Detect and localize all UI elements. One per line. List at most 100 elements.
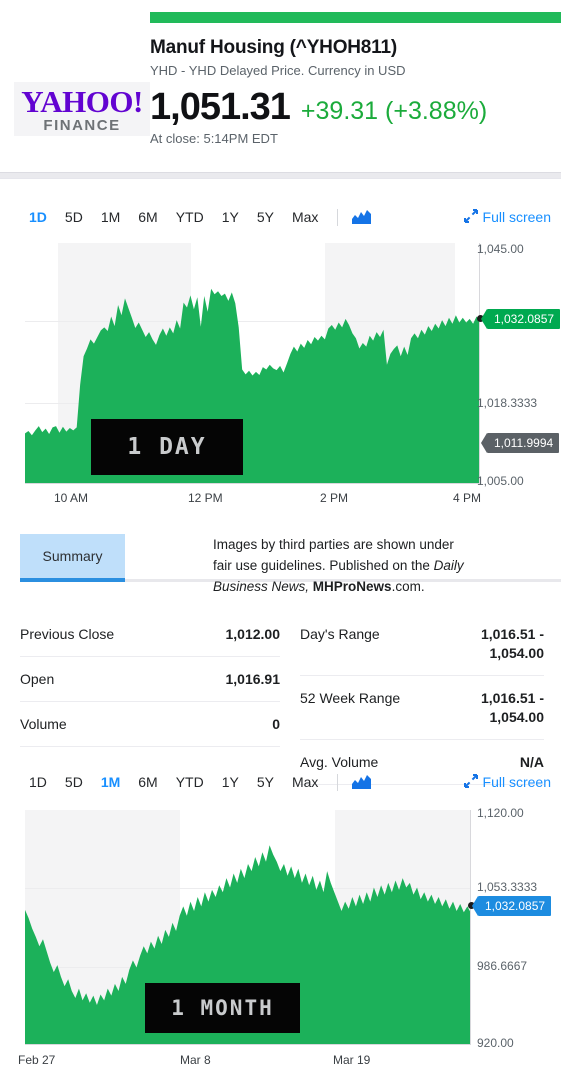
range-5y-1[interactable]: 5Y: [248, 209, 283, 225]
header-divider: [0, 172, 561, 179]
market-status: At close: 5:14PM EDT: [150, 131, 278, 146]
area-chart-icon-1[interactable]: [348, 210, 375, 224]
stat-value-previous-close: 1,012.00: [225, 626, 281, 642]
fair-use-line3a: Business News,: [213, 579, 310, 594]
range-options-1: 1D 5D 1M 6M YTD 1Y 5Y Max: [20, 208, 375, 226]
chart-plot-area-2: 1 MONTH: [25, 810, 471, 1045]
stat-label-52-week-range: 52 Week Range: [300, 690, 401, 706]
plot-right-edge-2: [470, 810, 471, 1045]
range-options-2: 1D 5D 1M 6M YTD 1Y 5Y Max: [20, 773, 375, 791]
plot-bottom-edge-2: [25, 1044, 471, 1045]
range-selector-2: 1D 5D 1M 6M YTD 1Y 5Y Max Full screen: [0, 765, 561, 799]
y-tick-1c: 1,005.00: [477, 474, 524, 488]
x-tick-1d: 4 PM: [453, 491, 482, 505]
range-5d-1[interactable]: 5D: [56, 209, 92, 225]
chart-watermark-1: 1 DAY: [91, 419, 243, 475]
last-price-badge-text-2: 1,032.0857: [485, 899, 546, 913]
range-max-2[interactable]: Max: [283, 774, 327, 790]
y-tick-2a: 1,120.00: [477, 806, 524, 820]
table-row: Volume 0: [20, 702, 280, 747]
stats-column-right: Day's Range 1,016.51 - 1,054.00 52 Week …: [300, 612, 544, 785]
fair-use-line1: Images by third parties are shown under: [213, 537, 454, 552]
y-tick-2d: 920.00: [477, 1036, 514, 1050]
fair-use-line3c: .com.: [391, 579, 425, 594]
yahoo-finance-quote-page: YAHOO! FINANCE Manuf Housing (^YHOH811) …: [0, 0, 561, 1083]
summary-stats-table: Previous Close 1,012.00 Open 1,016.91 Vo…: [0, 612, 561, 785]
table-row: 52 Week Range 1,016.51 - 1,054.00: [300, 676, 544, 740]
x-tick-1b: 12 PM: [188, 491, 223, 505]
range-ytd-2[interactable]: YTD: [167, 774, 213, 790]
stat-value-open: 1,016.91: [225, 671, 281, 687]
fullscreen-button-2[interactable]: Full screen: [463, 773, 551, 791]
area-chart-icon-2[interactable]: [348, 775, 375, 789]
x-tick-2c: Mar 19: [333, 1053, 371, 1067]
finance-wordmark: FINANCE: [43, 116, 121, 134]
stat-label-volume: Volume: [20, 716, 67, 732]
tabs-and-note: Summary Images by third parties are show…: [0, 516, 561, 594]
y-tick-2b: 1,053.3333: [477, 880, 538, 894]
y-tick-2c: 986.6667: [477, 959, 528, 973]
fair-use-line2b: Daily: [433, 558, 464, 573]
last-price-badge-text-1: 1,032.0857: [494, 312, 555, 326]
fullscreen-label-2: Full screen: [482, 774, 551, 790]
x-tick-1a: 10 AM: [54, 491, 89, 505]
range-6m-2[interactable]: 6M: [129, 774, 166, 790]
fair-use-note: Images by third parties are shown under …: [213, 534, 513, 597]
page-title: Manuf Housing (^YHOH811): [150, 37, 397, 58]
range-1m-2[interactable]: 1M: [92, 774, 129, 790]
stat-label-days-range: Day's Range: [300, 626, 380, 642]
tab-summary[interactable]: Summary: [20, 534, 125, 578]
range-max-1[interactable]: Max: [283, 209, 327, 225]
x-tick-2a: Feb 27: [18, 1053, 56, 1067]
price-row: 1,051.31 +39.31 (+3.88%): [150, 85, 561, 129]
range-1d-1[interactable]: 1D: [20, 209, 56, 225]
chart-watermark-label-1: 1 DAY: [127, 434, 207, 460]
fair-use-line2a: fair use guidelines. Published on the: [213, 558, 434, 573]
tab-active-underline: [20, 578, 125, 582]
brand-accent-bar: [150, 12, 561, 23]
last-price-badge-2: 1,032.0857: [471, 896, 552, 916]
quote-header: Manuf Housing (^YHOH811) YHD - YHD Delay…: [150, 36, 561, 146]
stats-column-left: Previous Close 1,012.00 Open 1,016.91 Vo…: [20, 612, 280, 747]
range-selector-1: 1D 5D 1M 6M YTD 1Y 5Y Max Full screen: [0, 200, 561, 234]
range-6m-1[interactable]: 6M: [129, 209, 166, 225]
stat-value-volume: 0: [272, 716, 280, 732]
intraday-chart-1day[interactable]: 1 DAY 1,045.00 1,018.3333 1,005.00 1,032…: [0, 236, 561, 516]
stat-value-52-week-range: 1,016.51 - 1,054.00: [480, 690, 544, 725]
plot-right-edge-1: [479, 243, 480, 484]
x-tick-1c: 2 PM: [320, 491, 349, 505]
stat-value-days-range: 1,016.51 - 1,054.00: [480, 626, 544, 661]
fullscreen-label-1: Full screen: [482, 209, 551, 225]
stat-label-previous-close: Previous Close: [20, 626, 115, 642]
range-separator-1: [337, 208, 339, 226]
table-row: Open 1,016.91: [20, 657, 280, 702]
previous-close-badge-1: 1,011.9994: [480, 433, 560, 453]
fair-use-line3b: MHProNews: [309, 579, 392, 594]
plot-bottom-edge-1: [25, 483, 480, 484]
x-tick-2b: Mar 8: [180, 1053, 211, 1067]
table-row: Previous Close 1,012.00: [20, 612, 280, 657]
quote-subtitle: YHD - YHD Delayed Price. Currency in USD: [150, 63, 406, 78]
chart-plot-area-1: 1 DAY: [25, 243, 480, 484]
range-1d-2[interactable]: 1D: [20, 774, 56, 790]
monthly-chart-1month[interactable]: 1 MONTH 1,120.00 1,053.3333 986.6667 920…: [0, 800, 561, 1083]
range-5y-2[interactable]: 5Y: [248, 774, 283, 790]
range-1m-1[interactable]: 1M: [92, 209, 129, 225]
y-tick-1b: 1,018.3333: [477, 396, 538, 410]
price-change: +39.31 (+3.88%): [300, 97, 488, 125]
range-ytd-1[interactable]: YTD: [167, 209, 213, 225]
expand-arrows-icon-2: [463, 773, 478, 791]
chart-watermark-2: 1 MONTH: [145, 983, 300, 1033]
expand-arrows-icon-1: [463, 208, 478, 226]
stat-label-open: Open: [20, 671, 55, 687]
fullscreen-button-1[interactable]: Full screen: [463, 208, 551, 226]
yahoo-wordmark: YAHOO!: [21, 83, 143, 119]
last-price: 1,051.31: [150, 86, 291, 128]
yahoo-finance-logo[interactable]: YAHOO! FINANCE: [14, 82, 150, 136]
range-separator-2: [337, 773, 339, 791]
range-5d-2[interactable]: 5D: [56, 774, 92, 790]
y-tick-1a: 1,045.00: [477, 242, 524, 256]
last-price-badge-1: 1,032.0857: [480, 309, 561, 329]
range-1y-1[interactable]: 1Y: [213, 209, 248, 225]
range-1y-2[interactable]: 1Y: [213, 774, 248, 790]
